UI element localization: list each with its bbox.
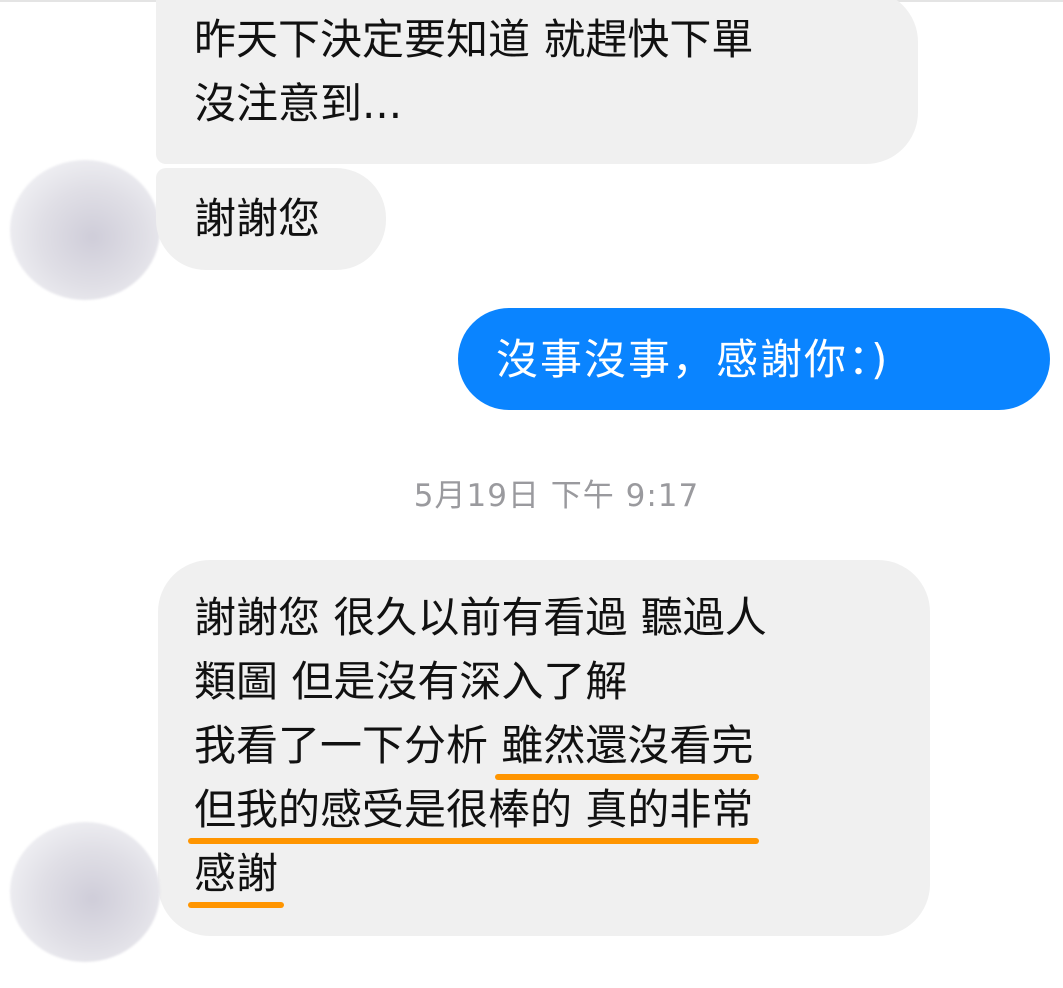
highlighted-text: 雖然還沒看完 (495, 714, 760, 780)
incoming-message-bubble[interactable]: 昨天下決定要知道 就趕快下單 沒注意到... (156, 0, 918, 164)
highlighted-text: 但我的感受是很棒的 真的非常 (187, 778, 760, 844)
message-text-line: 謝謝您 很久以前有看過 聽過人 (194, 593, 767, 642)
message-text-line: 類圖 但是沒有深入了解 (194, 657, 628, 706)
message-text-line: 沒事沒事，感謝你：) (496, 335, 890, 384)
message-text-segment: 我看了一下分析 (194, 721, 502, 770)
outgoing-message-bubble[interactable]: 沒事沒事，感謝你：) (458, 308, 1050, 410)
conversation-timestamp: 5月19日 下午 9:17 (413, 478, 700, 514)
message-text-line: 但我的感受是很棒的 真的非常 (187, 778, 930, 844)
incoming-message-bubble[interactable]: 謝謝您 很久以前有看過 聽過人 類圖 但是沒有深入了解 我看了一下分析 雖然還沒… (158, 560, 930, 936)
sender-avatar[interactable] (10, 160, 160, 300)
sender-avatar[interactable] (10, 822, 160, 962)
message-text-line: 昨天下決定要知道 就趕快下單 (194, 15, 754, 64)
message-text-line: 我看了一下分析 雖然還沒看完 (194, 714, 930, 780)
message-text-line: 謝謝您 (194, 194, 321, 243)
highlighted-text: 感謝 (187, 842, 285, 908)
incoming-message-bubble[interactable]: 謝謝您 (156, 168, 386, 270)
message-text-line: 沒注意到... (194, 79, 403, 128)
message-text-line: 感謝 (187, 842, 930, 908)
